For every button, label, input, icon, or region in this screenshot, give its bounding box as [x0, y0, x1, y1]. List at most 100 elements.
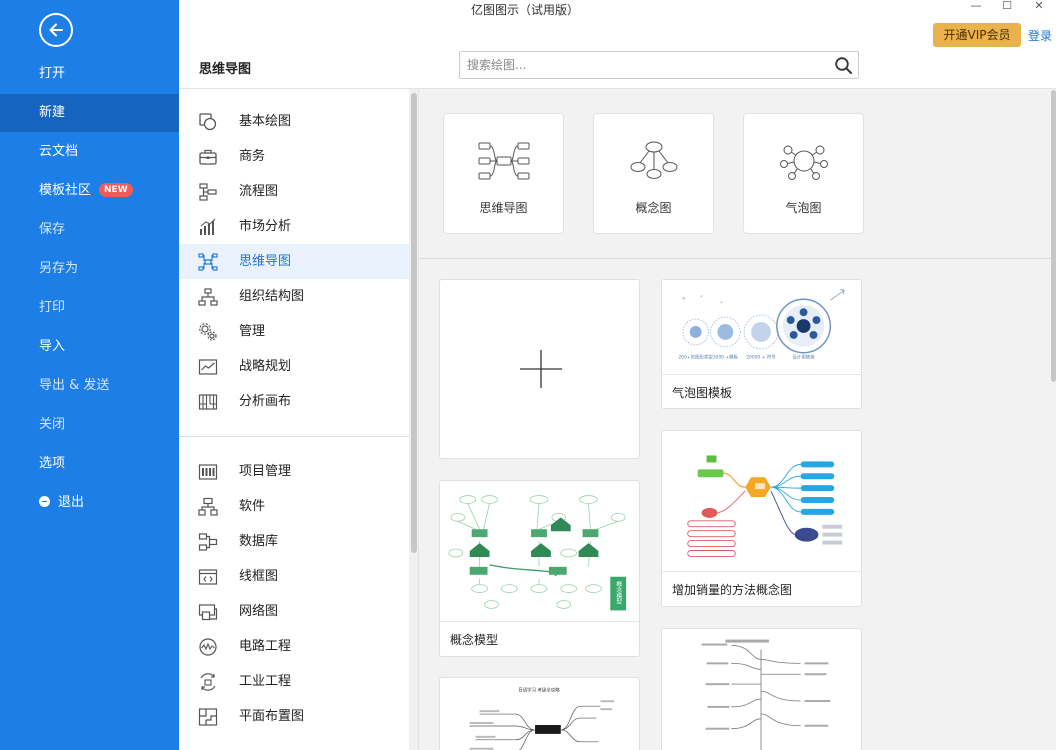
arrow-left-icon [49, 23, 63, 37]
maximize-button[interactable]: ☐ [992, 0, 1022, 14]
template-caption: 气泡图模板 [662, 374, 861, 408]
page-title: 思维导图 [199, 62, 252, 77]
nav-exit[interactable]: 退出 [0, 484, 179, 522]
main-content: 思维导图 概念图 气泡图 200+的图形类型 3000 +模板 20000 + … [418, 88, 1056, 750]
type-card-mindmap[interactable]: 思维导图 [443, 113, 564, 234]
category-label: 电路工程 [239, 639, 292, 654]
nav-print[interactable]: 打印 [0, 289, 179, 327]
search-box [459, 51, 859, 79]
industrial-icon [200, 673, 216, 691]
floorplan-icon [198, 708, 218, 726]
bubble-label-4: 设计更精美 [792, 354, 815, 361]
category-panel: 基本绘图 商务 流程图 市场分析 思维导图 组织结构图 管理 战略规划 分析画布… [179, 88, 418, 750]
type-card-label: 气泡图 [785, 201, 822, 215]
category-industrial-engineering[interactable]: 工业工程 [179, 664, 409, 699]
category-circuit-engineering[interactable]: 电路工程 [179, 629, 409, 664]
category-label: 工业工程 [239, 674, 292, 689]
category-floor-plan[interactable]: 平面布置图 [179, 699, 409, 734]
nav-label: 另存为 [39, 261, 79, 276]
nav-template-community[interactable]: 模板社区 NEW [0, 172, 179, 210]
category-database[interactable]: 数据库 [179, 524, 409, 559]
template-card-concept-model[interactable]: 概念模型 概念模型 [439, 480, 640, 657]
template-card-mindmap-preview[interactable]: 日语学习 考级全攻略 [439, 677, 640, 750]
type-card-label: 思维导图 [479, 201, 528, 215]
category-strategic-planning[interactable]: 战略规划 [179, 349, 409, 384]
circuit-icon [199, 638, 217, 656]
bubble-diagram-icon [780, 145, 828, 180]
bubble-label-2: 3000 +模板 [713, 354, 739, 361]
line-chart-icon [198, 359, 218, 375]
template-thumbnail: 日语学习 考级全攻略 [469, 686, 615, 750]
type-card-concept-map[interactable]: 概念图 [593, 113, 714, 234]
category-analysis-canvas[interactable]: 分析画布 [179, 384, 409, 419]
category-label: 市场分析 [239, 219, 292, 234]
bar-chart-icon [200, 218, 216, 235]
nav-export-send[interactable]: 导出 & 发送 [0, 367, 179, 405]
template-card-sales-concept[interactable]: 增加销量的方法概念图 [661, 430, 862, 607]
login-link[interactable]: 登录 [1028, 27, 1052, 44]
category-label: 线框图 [239, 569, 279, 584]
category-software[interactable]: 软件 [179, 489, 409, 524]
plus-icon [520, 350, 562, 388]
category-label: 思维导图 [239, 254, 292, 269]
category-divider [179, 436, 409, 437]
nav-cloud-docs[interactable]: 云文档 [0, 133, 179, 171]
mindmap-icon [198, 253, 218, 271]
category-business[interactable]: 商务 [179, 139, 409, 174]
mindmap-preview-title: 日语学习 考级全攻略 [518, 686, 560, 693]
search-input[interactable] [461, 53, 821, 77]
bubble-label-1: 200+的图形类型 [678, 354, 713, 361]
template-caption: 概念模型 [440, 621, 639, 656]
nav-label: 打开 [39, 66, 66, 81]
type-card-bubble-diagram[interactable]: 气泡图 [743, 113, 864, 234]
gears-icon [199, 323, 217, 341]
nav-save-as[interactable]: 另存为 [0, 250, 179, 288]
canvas-grid-icon [198, 394, 218, 410]
vip-button[interactable]: 开通VIP会员 [933, 23, 1021, 47]
category-network[interactable]: 网络图 [179, 594, 409, 629]
category-wireframe[interactable]: 线框图 [179, 559, 409, 594]
category-org-chart[interactable]: 组织结构图 [179, 279, 409, 314]
org-chart-icon [198, 288, 218, 306]
category-label: 项目管理 [239, 464, 292, 479]
nav-open[interactable]: 打开 [0, 55, 179, 93]
nav-label: 保存 [39, 222, 66, 237]
nav-options[interactable]: 选项 [0, 445, 179, 483]
category-flowchart[interactable]: 流程图 [179, 174, 409, 209]
flowchart-icon [199, 183, 217, 201]
blank-template-card[interactable] [439, 279, 640, 459]
template-thumbnail [687, 455, 843, 557]
nav-close[interactable]: 关闭 [0, 406, 179, 444]
template-card-large-mindmap[interactable] [661, 628, 862, 750]
main-scrollbar[interactable] [1051, 90, 1056, 382]
nav-label: 模板社区 [39, 183, 92, 198]
concept-map-icon [630, 141, 678, 179]
category-label: 基本绘图 [239, 114, 292, 129]
nav-save[interactable]: 保存 [0, 211, 179, 249]
nav-label: 关闭 [39, 417, 66, 432]
nav-label: 打印 [39, 300, 66, 315]
template-thumbnail [701, 639, 831, 750]
category-market-analysis[interactable]: 市场分析 [179, 209, 409, 244]
gantt-icon [198, 464, 218, 480]
nav-label: 退出 [58, 495, 85, 510]
mindmap-diagram-icon [478, 142, 530, 180]
category-scrollbar[interactable] [411, 93, 417, 553]
shapes-icon [199, 113, 217, 131]
category-management[interactable]: 管理 [179, 314, 409, 349]
search-icon[interactable] [834, 56, 853, 75]
back-button[interactable] [39, 13, 73, 47]
nav-label: 新建 [39, 105, 66, 120]
database-icon [198, 533, 218, 551]
category-project-management[interactable]: 项目管理 [179, 454, 409, 489]
template-card-bubble[interactable]: 200+的图形类型 3000 +模板 20000 + 符号 设计更精美 气泡图模… [661, 279, 862, 409]
template-thumbnail: 概念模型 [448, 495, 627, 611]
category-label: 分析画布 [239, 394, 292, 409]
close-button[interactable]: ✕ [1024, 0, 1054, 14]
category-mindmap[interactable]: 思维导图 [179, 244, 409, 279]
nav-import[interactable]: 导入 [0, 328, 179, 366]
category-label: 网络图 [239, 604, 279, 619]
minimize-button[interactable]: — [961, 0, 991, 14]
category-basic-drawing[interactable]: 基本绘图 [179, 104, 409, 139]
nav-new[interactable]: 新建 [0, 94, 179, 132]
